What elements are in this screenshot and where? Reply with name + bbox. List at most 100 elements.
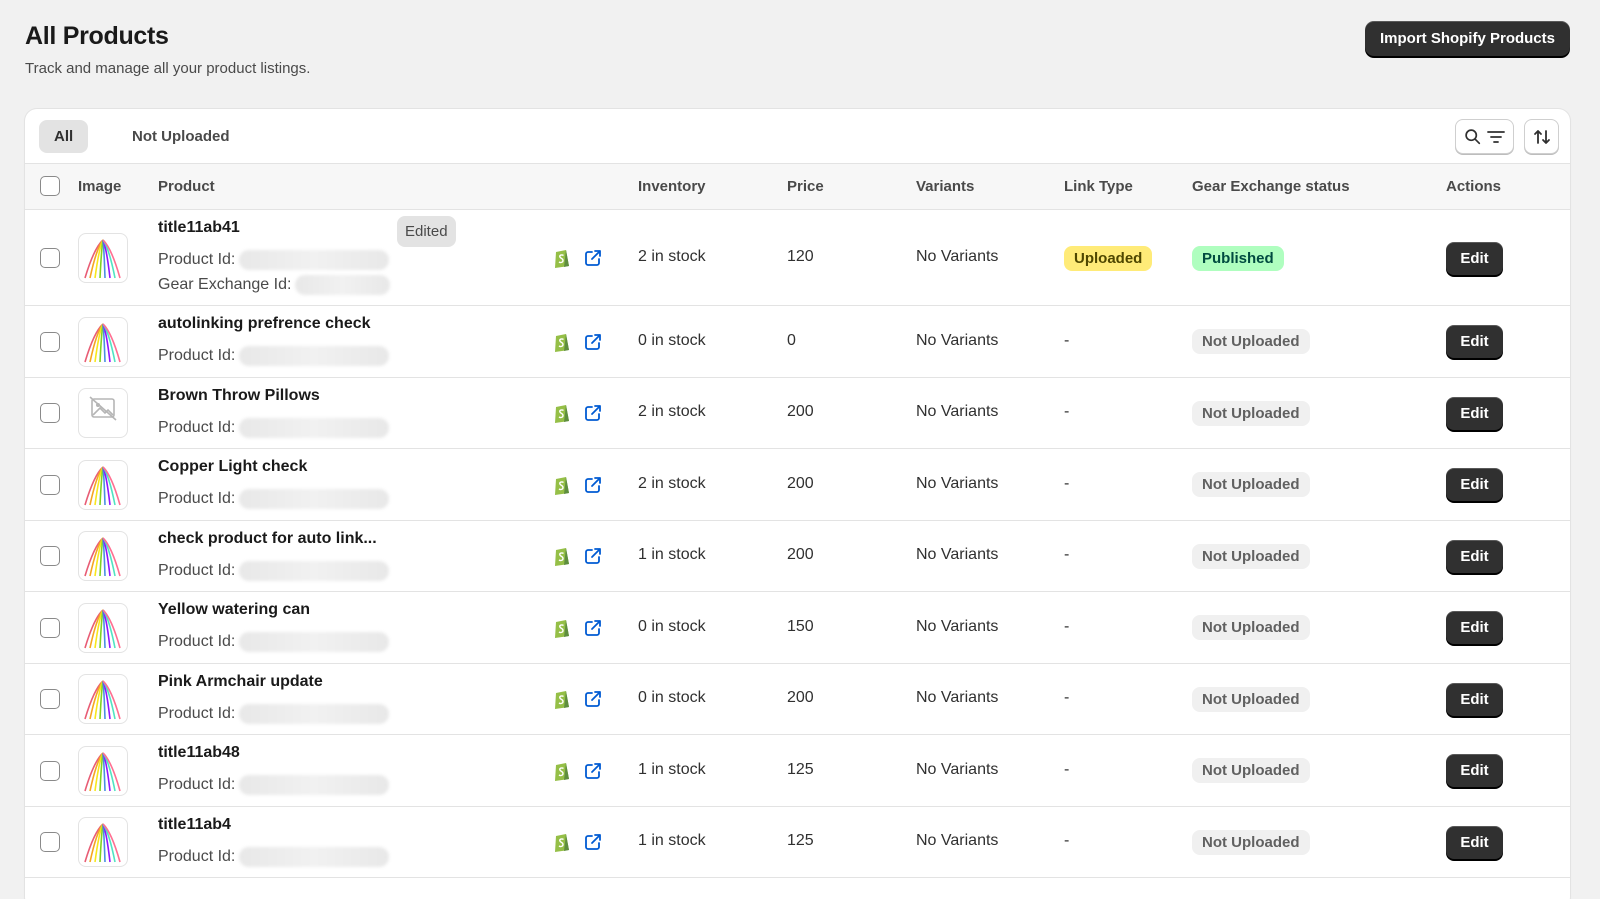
edit-button[interactable]: Edit (1446, 682, 1503, 716)
table-row[interactable]: Pink Armchair update Product Id: 0 in stoc… (25, 664, 1570, 735)
product-image (78, 817, 128, 868)
table-row[interactable]: Yellow watering can Product Id: 0 in stock… (25, 592, 1570, 664)
product-name[interactable]: Yellow watering can (158, 601, 310, 619)
edit-button[interactable]: Edit (1446, 611, 1503, 645)
link-type-value: - (1064, 403, 1070, 421)
price-value: 200 (787, 403, 814, 421)
external-link-icon[interactable] (583, 761, 603, 781)
table-row[interactable]: Brown Throw Pillows Product Id: 2 in stock… (25, 378, 1570, 449)
shopify-icon[interactable] (552, 545, 572, 567)
product-id-label: Product Id: (158, 776, 236, 794)
product-id-label: Product Id: (158, 418, 236, 436)
select-all-checkbox[interactable] (40, 176, 60, 196)
product-name[interactable]: Brown Throw Pillows (158, 387, 320, 405)
product-id-label: Product Id: (158, 490, 236, 508)
table-row[interactable]: title11ab4 Product Id: 1 in stock 125 No Var… (25, 807, 1570, 878)
row-checkbox[interactable] (40, 248, 60, 268)
row-checkbox[interactable] (40, 546, 60, 567)
inventory-value: 0 in stock (638, 689, 706, 707)
search-filter-button[interactable] (1455, 119, 1514, 154)
edit-button[interactable]: Edit (1446, 539, 1503, 573)
shopify-icon[interactable] (552, 831, 572, 853)
row-checkbox[interactable] (40, 689, 60, 710)
product-image (78, 674, 128, 725)
row-checkbox[interactable] (40, 832, 60, 853)
product-name[interactable]: autolinking prefrence check (158, 315, 371, 333)
edit-button[interactable]: Edit (1446, 754, 1503, 788)
gear-exchange-status-badge: Published (1192, 245, 1284, 271)
row-checkbox[interactable] (40, 403, 60, 424)
product-id-label: Product Id: (158, 347, 236, 365)
external-link-icon[interactable] (583, 546, 603, 566)
external-link-icon[interactable] (583, 475, 603, 495)
external-link-icon[interactable] (583, 689, 603, 709)
gear-exchange-status-badge: Not Uploaded (1192, 615, 1310, 641)
table-row[interactable]: check product for auto link... Product Id… (25, 521, 1570, 592)
inventory-value: 1 in stock (638, 546, 706, 564)
edit-button[interactable]: Edit (1446, 468, 1503, 502)
page-title: All Products (25, 22, 169, 50)
tab-all[interactable]: All (39, 120, 89, 153)
product-name[interactable]: title11ab4 (158, 816, 231, 834)
row-checkbox[interactable] (40, 331, 60, 352)
table-header: Image Product Inventory Price Variants L… (25, 164, 1570, 210)
shopify-icon[interactable] (552, 331, 572, 353)
table-row[interactable]: title11ab48 Product Id: 1 in stock 125 No Va… (25, 735, 1570, 807)
product-id: Product Id: (158, 346, 390, 366)
product-name[interactable]: check product for auto link... (158, 530, 377, 548)
link-type-value: - (1064, 474, 1070, 492)
shopify-icon[interactable] (552, 688, 572, 710)
external-link-icon[interactable] (583, 618, 603, 638)
inventory-value: 1 in stock (638, 760, 706, 778)
shopify-icon[interactable] (552, 474, 572, 496)
table-row[interactable]: autolinking prefrence check Product Id: 0 … (25, 306, 1570, 378)
table-row[interactable]: title11ab41 Product Id: Gear Exchange Id: E… (25, 210, 1570, 306)
import-shopify-products-button[interactable]: Import Shopify Products (1364, 21, 1570, 56)
table-row[interactable]: Copper Light check Product Id: 2 in stock 2… (25, 449, 1570, 521)
edit-button[interactable]: Edit (1446, 325, 1503, 359)
price-value: 150 (787, 617, 814, 635)
product-name[interactable]: title11ab41 (158, 219, 240, 237)
row-checkbox[interactable] (40, 617, 60, 638)
tab-not-uploaded[interactable]: Not Uploaded (117, 120, 245, 153)
inventory-value: 2 in stock (638, 474, 706, 492)
sort-icon (1533, 129, 1550, 144)
product-id: Product Id: (158, 632, 390, 652)
shopify-icon[interactable] (552, 402, 572, 424)
product-id-value-redacted (239, 489, 390, 509)
gear-exchange-id: Gear Exchange Id: (158, 275, 391, 295)
edited-badge: Edited (397, 216, 456, 247)
product-id-value-redacted (239, 703, 390, 724)
external-link-icon[interactable] (583, 248, 603, 268)
shopify-icon[interactable] (552, 617, 572, 639)
external-link-icon[interactable] (583, 332, 603, 352)
gear-exchange-status-badge: Not Uploaded (1192, 472, 1310, 498)
product-id: Product Id: (158, 417, 390, 438)
filter-icon (1487, 130, 1505, 143)
external-link-icon[interactable] (583, 832, 603, 852)
product-image (78, 316, 128, 367)
product-name[interactable]: Copper Light check (158, 458, 307, 476)
product-image (78, 233, 128, 283)
product-name[interactable]: title11ab48 (158, 744, 240, 762)
edit-button[interactable]: Edit (1446, 396, 1503, 430)
link-type-value: - (1064, 617, 1070, 635)
price-value: 200 (787, 474, 814, 492)
row-checkbox[interactable] (40, 474, 60, 495)
external-link-icon[interactable] (583, 403, 603, 423)
sort-button[interactable] (1524, 119, 1559, 154)
link-type-badge: Uploaded (1064, 245, 1153, 271)
shopify-icon[interactable] (552, 247, 572, 269)
variants-value: No Variants (916, 248, 999, 265)
product-image (78, 745, 128, 796)
product-name[interactable]: Pink Armchair update (158, 673, 323, 691)
column-product: Product (158, 178, 215, 195)
product-id: Product Id: (158, 560, 390, 581)
row-checkbox[interactable] (40, 760, 60, 781)
edit-button[interactable]: Edit (1446, 241, 1503, 275)
inventory-value: 2 in stock (638, 403, 706, 421)
product-id-label: Product Id: (158, 633, 236, 651)
shopify-icon[interactable] (552, 760, 572, 782)
price-value: 120 (787, 248, 814, 265)
edit-button[interactable]: Edit (1446, 825, 1503, 859)
